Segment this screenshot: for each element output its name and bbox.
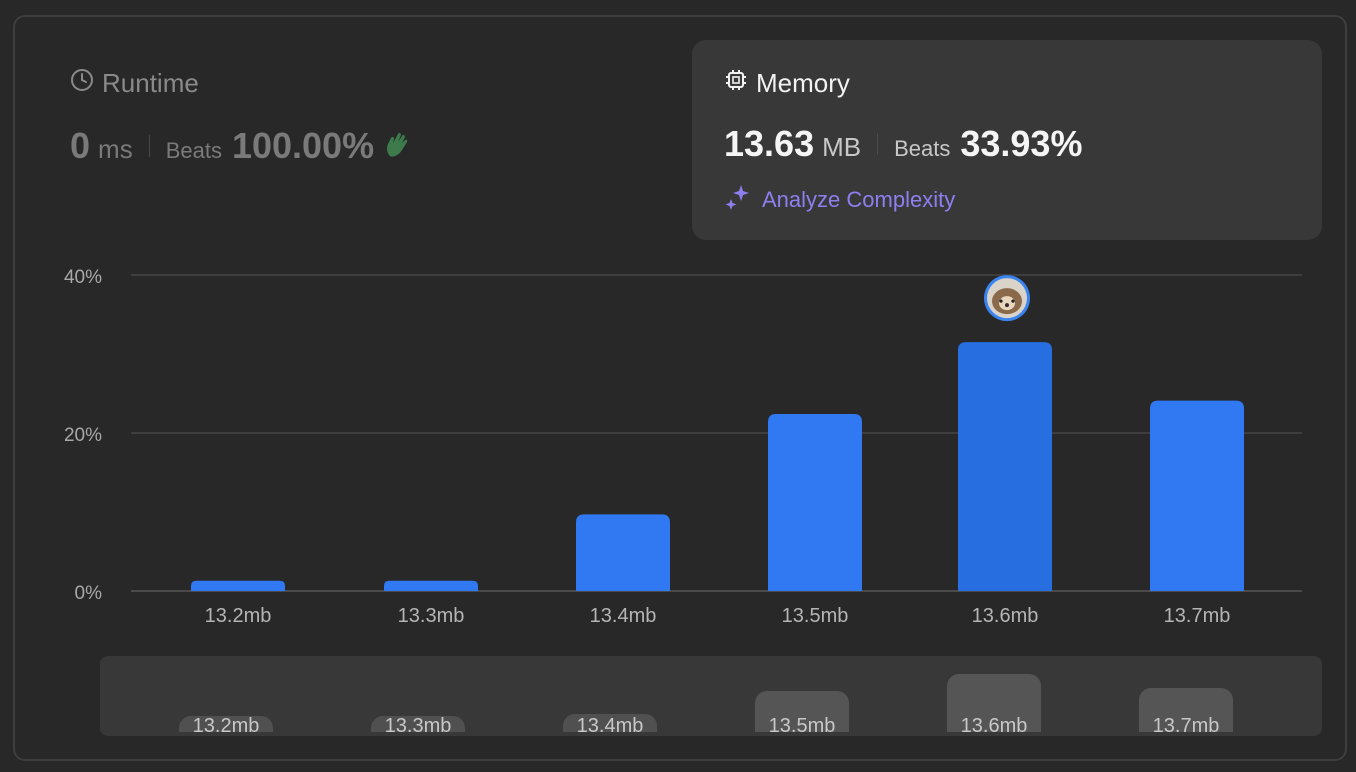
- memory-title-text: Memory: [756, 68, 850, 98]
- y-tick-label: 20%: [64, 425, 102, 446]
- memory-beats-label: Beats: [894, 136, 951, 161]
- overview-label: 13.4mb: [576, 715, 644, 736]
- memory-beats-value: 33.93%: [960, 123, 1083, 164]
- divider: [877, 133, 879, 155]
- x-tick-label: 13.4mb: [590, 605, 657, 627]
- bar-13.4mb[interactable]: [576, 514, 670, 591]
- x-tick-label: 13.7mb: [1164, 605, 1231, 627]
- x-tick-label: 13.3mb: [398, 605, 465, 627]
- bar-13.5mb[interactable]: [768, 414, 862, 591]
- clock-icon: [70, 68, 94, 99]
- cpu-chip-icon: [724, 68, 748, 99]
- y-tick-label: 0%: [75, 583, 103, 604]
- bar-13.2mb[interactable]: [191, 580, 285, 591]
- overview-label: 13.3mb: [384, 715, 452, 736]
- clapping-hands-icon: [384, 130, 410, 165]
- sparkle-icon: [724, 183, 752, 217]
- runtime-card[interactable]: Runtime 0 ms Beats 100.00%: [70, 68, 410, 167]
- analyze-complexity-button[interactable]: Analyze Complexity: [724, 183, 1290, 217]
- bar-13.6mb[interactable]: [958, 342, 1052, 591]
- memory-card[interactable]: Memory 13.63 MB Beats 33.93% Analyze Com…: [692, 40, 1322, 240]
- runtime-title-text: Runtime: [102, 68, 199, 98]
- bar-13.7mb[interactable]: [1150, 400, 1244, 591]
- runtime-value: 0: [70, 125, 91, 166]
- memory-value: 13.63: [724, 123, 815, 164]
- x-tick-label: 13.6mb: [972, 605, 1039, 627]
- divider: [148, 135, 150, 157]
- memory-stat-row: 13.63 MB Beats 33.93%: [724, 123, 1290, 165]
- memory-title: Memory: [724, 68, 1290, 99]
- overview-strip[interactable]: 13.2mb 13.3mb 13.4mb 13.5mb 13.6mb 13.7mb: [100, 656, 1322, 736]
- runtime-unit: ms: [98, 134, 133, 164]
- hedgehog-avatar[interactable]: [984, 275, 1030, 322]
- y-tick-label: 40%: [64, 267, 102, 288]
- runtime-beats-value: 100.00%: [231, 125, 375, 166]
- x-tick-label: 13.2mb: [205, 605, 272, 627]
- runtime-beats-label: Beats: [165, 138, 222, 163]
- analyze-complexity-label: Analyze Complexity: [762, 187, 956, 212]
- runtime-title: Runtime: [70, 68, 410, 99]
- memory-unit: MB: [822, 132, 862, 162]
- x-tick-label: 13.5mb: [782, 605, 849, 627]
- overview-label: 13.6mb: [960, 715, 1028, 736]
- overview-label: 13.2mb: [192, 715, 260, 736]
- runtime-stat-row: 0 ms Beats 100.00%: [70, 125, 410, 167]
- overview-label: 13.7mb: [1152, 715, 1220, 736]
- bar-13.3mb[interactable]: [384, 580, 478, 591]
- overview-label: 13.5mb: [768, 715, 836, 736]
